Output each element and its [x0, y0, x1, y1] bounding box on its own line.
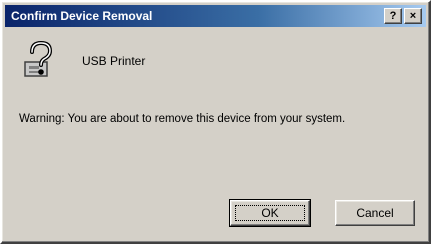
ok-button-label: OK	[261, 206, 279, 220]
device-name: USB Printer	[82, 54, 146, 68]
help-button[interactable]: ?	[384, 8, 402, 24]
window-title: Confirm Device Removal	[11, 9, 153, 23]
title-bar[interactable]: Confirm Device Removal ? ×	[5, 5, 426, 27]
cancel-button[interactable]: Cancel	[335, 200, 415, 226]
warning-message: Warning: You are about to remove this de…	[19, 113, 346, 125]
question-device-icon	[20, 38, 60, 82]
confirm-device-removal-dialog: Confirm Device Removal ? × USB Printer W…	[0, 0, 431, 244]
close-button[interactable]: ×	[404, 8, 422, 24]
ok-button[interactable]: OK	[229, 199, 311, 227]
cancel-button-label: Cancel	[356, 206, 394, 220]
